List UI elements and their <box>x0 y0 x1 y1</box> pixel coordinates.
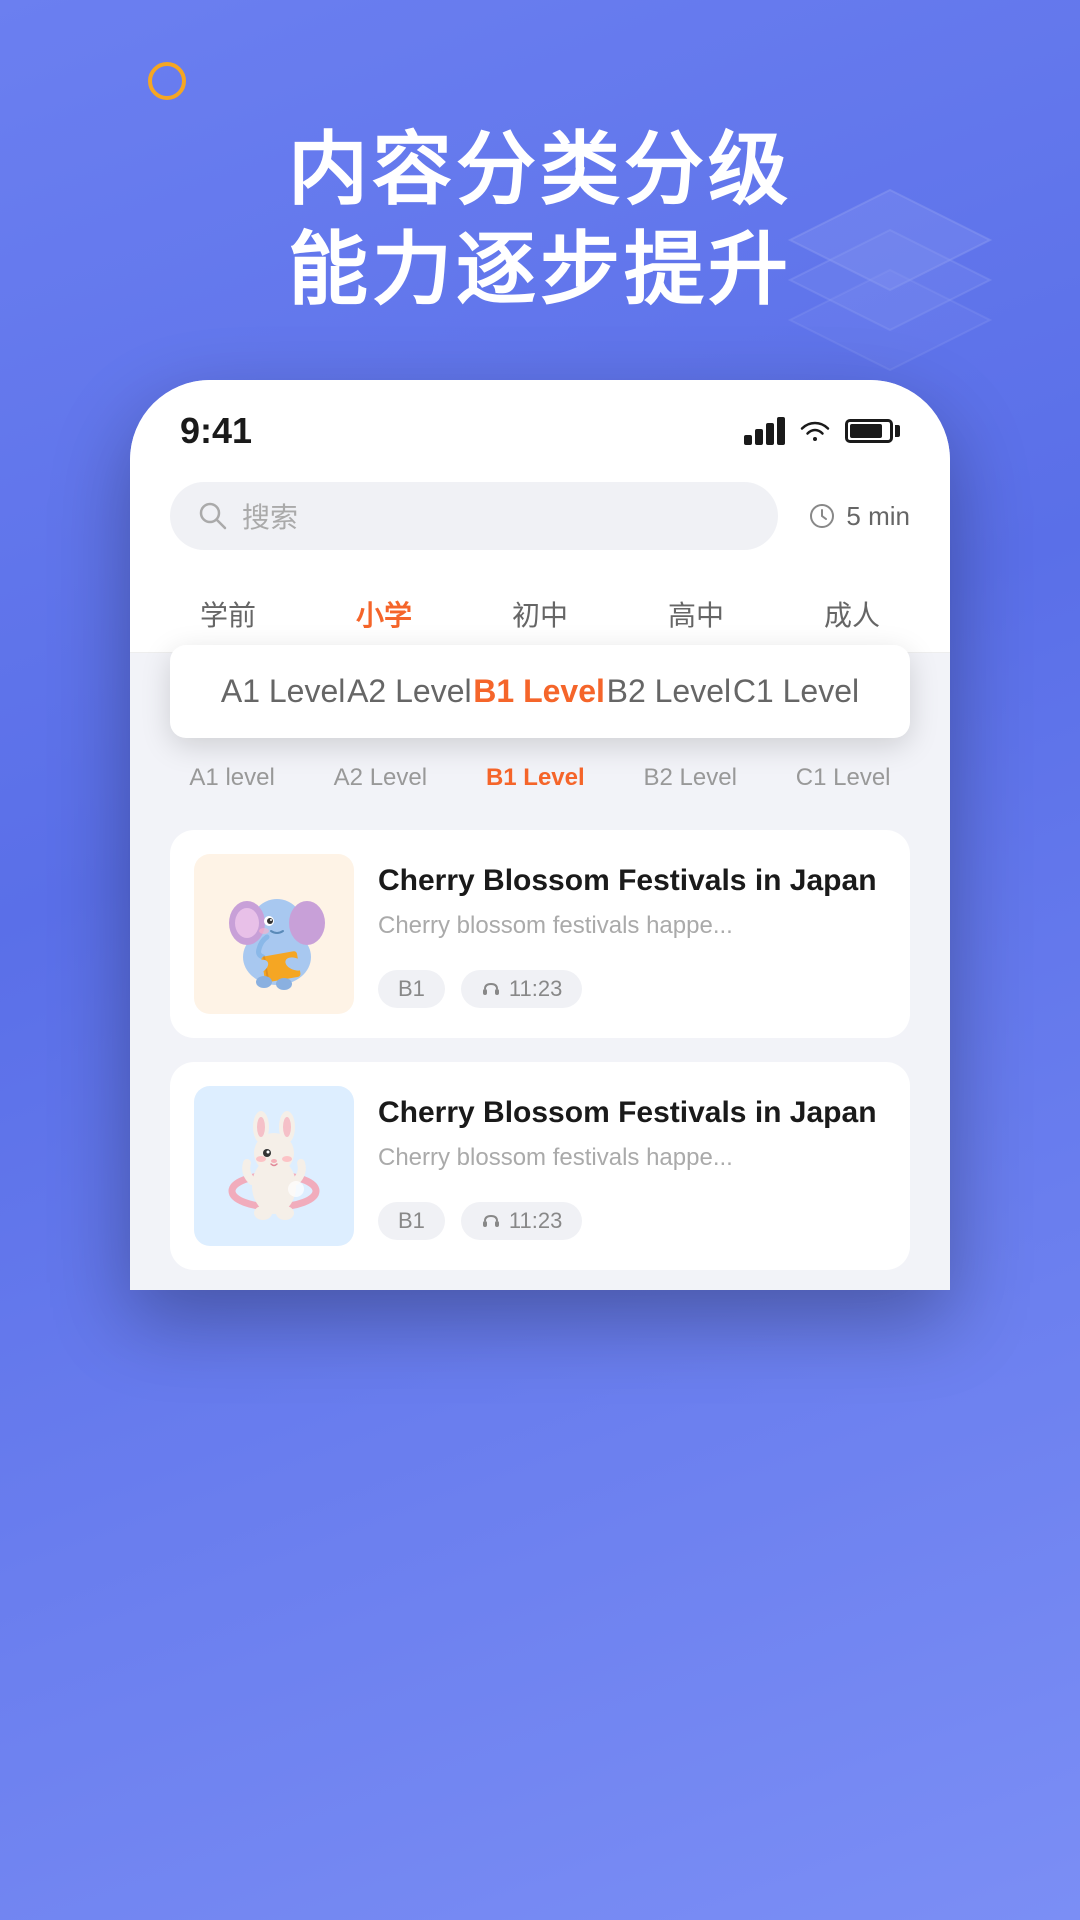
category-tabs: 学前 小学 初中 高中 成人 <box>130 570 950 653</box>
tag-level-2: B1 <box>378 1202 445 1240</box>
headphone-icon-1 <box>481 979 501 999</box>
level-tab-c1[interactable]: C1 Level <box>733 673 859 710</box>
cat-tab-high[interactable]: 高中 <box>648 580 744 652</box>
card-thumbnail-2 <box>194 1086 354 1246</box>
bunny-illustration <box>209 1101 339 1231</box>
level-popup: A1 Level A2 Level B1 Level B2 Level C1 L… <box>170 645 910 738</box>
level-subtabs: A1 level A2 Level B1 Level B2 Level C1 L… <box>130 746 950 810</box>
hero-line2: 能力逐步提升 <box>0 220 1080 320</box>
card-desc-2: Cherry blossom festivals happe... <box>378 1144 886 1172</box>
signal-icon <box>744 417 785 445</box>
wifi-icon <box>799 419 831 443</box>
card-content-2: Cherry Blossom Festivals in Japan Cherry… <box>378 1086 886 1246</box>
cat-tab-preschool[interactable]: 学前 <box>180 580 276 652</box>
search-row: 搜索 5 min <box>130 472 950 570</box>
search-bar[interactable]: 搜索 <box>170 482 778 550</box>
subtab-b1[interactable]: B1 Level <box>486 764 585 792</box>
cat-tab-middle[interactable]: 初中 <box>492 580 588 652</box>
hero-line1: 内容分类分级 <box>0 120 1080 220</box>
card-content-1: Cherry Blossom Festivals in Japan Cherry… <box>378 854 886 1014</box>
subtab-c1[interactable]: C1 Level <box>796 764 891 792</box>
time-filter-label: 5 min <box>846 501 910 532</box>
tag-duration-2: 11:23 <box>461 1202 582 1240</box>
subtab-a2[interactable]: A2 Level <box>334 764 427 792</box>
phone-mockup: 9:41 <box>0 380 1080 1290</box>
search-placeholder: 搜索 <box>242 496 298 536</box>
time-filter[interactable]: 5 min <box>808 501 910 532</box>
status-bar: 9:41 <box>130 380 950 472</box>
clock-icon <box>808 502 836 530</box>
card-tags-1: B1 11:23 <box>378 970 886 1008</box>
cat-tab-elementary[interactable]: 小学 <box>336 580 432 652</box>
level-tab-b1[interactable]: B1 Level <box>473 673 605 710</box>
card-desc-1: Cherry blossom festivals happe... <box>378 912 886 940</box>
level-tab-a1[interactable]: A1 Level <box>221 673 346 710</box>
phone-frame: 9:41 <box>130 380 950 1290</box>
elephant-illustration <box>209 869 339 999</box>
level-tab-a2[interactable]: A2 Level <box>347 673 472 710</box>
content-card-2[interactable]: Cherry Blossom Festivals in Japan Cherry… <box>170 1062 910 1270</box>
search-icon <box>198 501 228 531</box>
status-time: 9:41 <box>180 410 252 452</box>
subtab-a1[interactable]: A1 level <box>189 764 274 792</box>
card-title-2: Cherry Blossom Festivals in Japan <box>378 1092 886 1134</box>
status-icons <box>744 417 900 445</box>
content-card-1[interactable]: Cherry Blossom Festivals in Japan Cherry… <box>170 830 910 1038</box>
level-tab-b2[interactable]: B2 Level <box>607 673 732 710</box>
cat-tab-adult[interactable]: 成人 <box>804 580 900 652</box>
tag-level-1: B1 <box>378 970 445 1008</box>
card-title-1: Cherry Blossom Festivals in Japan <box>378 860 886 902</box>
content-list: Cherry Blossom Festivals in Japan Cherry… <box>130 810 950 1290</box>
battery-icon <box>845 419 900 443</box>
subtab-b2[interactable]: B2 Level <box>644 764 737 792</box>
card-tags-2: B1 11:23 <box>378 1202 886 1240</box>
tag-duration-1: 11:23 <box>461 970 582 1008</box>
headphone-icon-2 <box>481 1211 501 1231</box>
card-thumbnail-1 <box>194 854 354 1014</box>
hero-section: 内容分类分级 能力逐步提升 <box>0 0 1080 360</box>
